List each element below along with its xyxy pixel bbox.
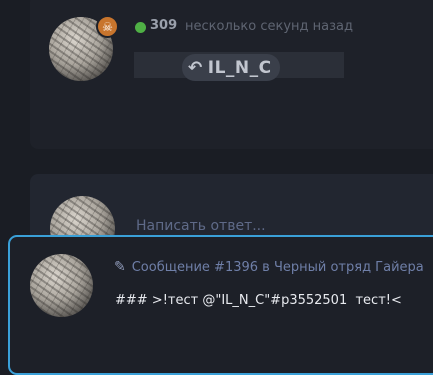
quote-message-text: ### >!тест @"IL_N_C"#p3552501 тест!< — [115, 293, 402, 308]
reply-to-username: IL_N_C — [207, 57, 272, 78]
quote-meta-text: Сообщение #1396 в Черный отряд Гайера — [131, 259, 424, 275]
post-score: 309 — [150, 18, 178, 33]
post-timestamp[interactable]: несколько секунд назад — [185, 19, 353, 34]
reply-to-chip[interactable]: ↶ IL_N_C — [182, 54, 280, 81]
online-status-dot — [135, 22, 146, 33]
reply-arrow-icon: ↶ — [188, 57, 203, 78]
skull-icon: ☠ — [96, 15, 119, 38]
quote-meta[interactable]: ✎ Сообщение #1396 в Черный отряд Гайера — [114, 259, 424, 275]
pencil-icon: ✎ — [114, 259, 126, 275]
write-reply-input[interactable]: Написать ответ... — [136, 218, 266, 234]
quoted-author-avatar[interactable] — [30, 254, 93, 317]
